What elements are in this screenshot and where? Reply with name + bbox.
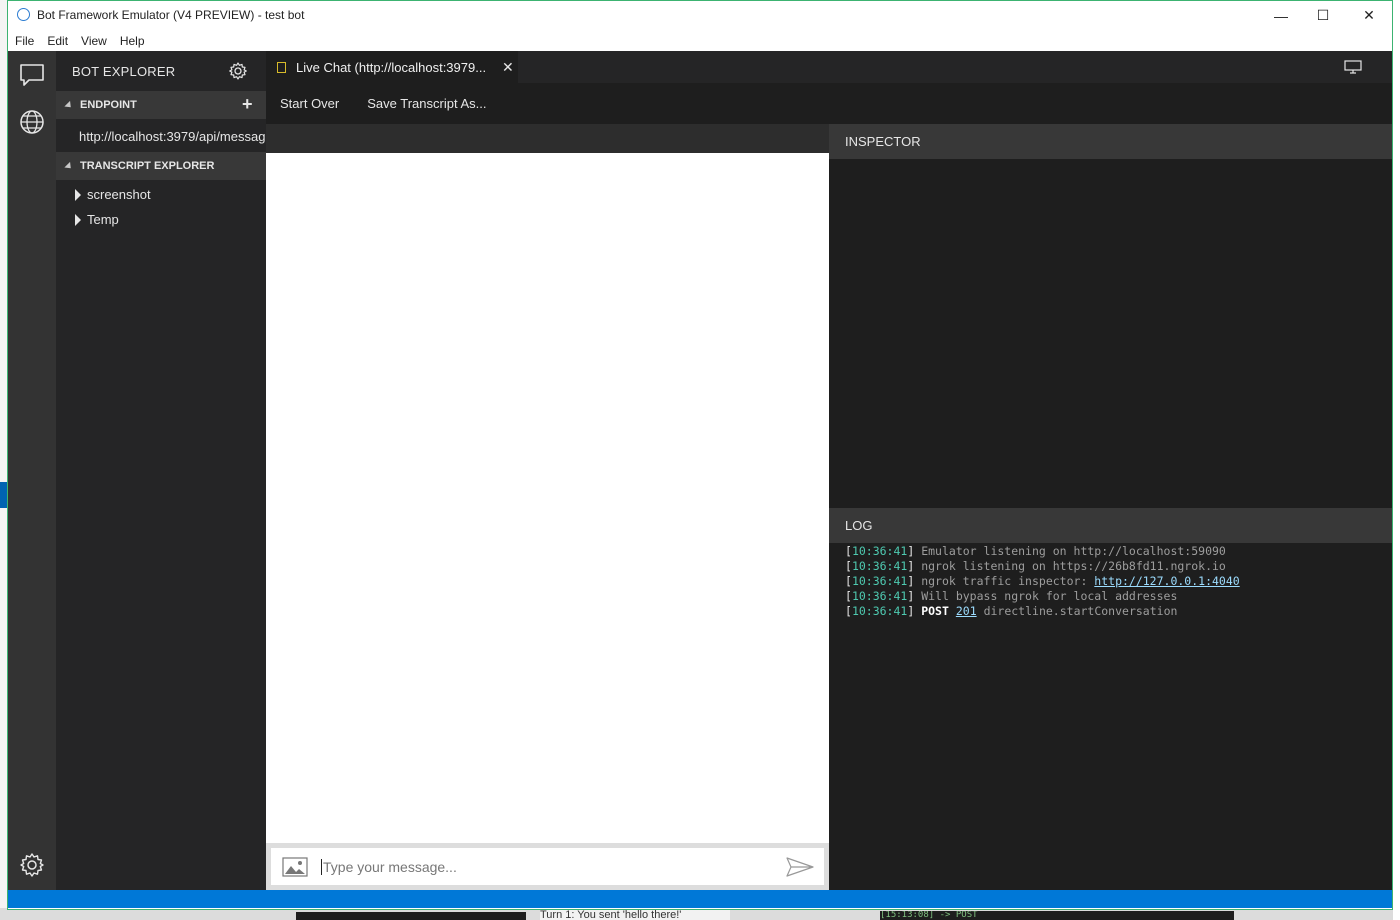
sidebar-title: BOT EXPLORER [72, 64, 176, 79]
log-line: [10:36:41] POST 201 directline.startConv… [845, 604, 1178, 618]
log-timestamp: 10:36:41 [851, 559, 908, 573]
endpoint-section-header[interactable]: ENDPOINT + [56, 91, 266, 119]
folder-label: Temp [87, 212, 119, 227]
file-icon [277, 61, 286, 73]
chat-transcript-area[interactable] [266, 153, 829, 843]
log-line: [10:36:41] ngrok listening on https://26… [845, 559, 1226, 573]
log-timestamp: 10:36:41 [851, 589, 908, 603]
save-transcript-button[interactable]: Save Transcript As... [367, 96, 486, 111]
start-over-button[interactable]: Start Over [280, 96, 339, 111]
bot-settings-gear-icon[interactable] [228, 61, 248, 81]
collapse-triangle-icon [64, 100, 74, 110]
folder-label: screenshot [87, 187, 151, 202]
log-text: ngrok listening on https://26b8fd11.ngro… [921, 559, 1226, 573]
minimize-button[interactable]: — [1258, 1, 1304, 30]
send-icon[interactable] [786, 857, 814, 877]
log-timestamp: 10:36:41 [851, 574, 908, 588]
window-title: Bot Framework Emulator (V4 PREVIEW) - te… [37, 8, 305, 22]
monitor-icon[interactable] [1344, 60, 1362, 74]
log-text: Will bypass ngrok for local addresses [921, 589, 1178, 603]
log-line: [10:36:41] Will bypass ngrok for local a… [845, 589, 1178, 603]
log-timestamp: 10:36:41 [851, 544, 908, 558]
menu-view[interactable]: View [75, 34, 113, 48]
tree-folder-temp[interactable]: Temp [56, 207, 266, 232]
menu-help[interactable]: Help [114, 34, 151, 48]
background-log-text: [15:13:08] -> POST [880, 911, 1234, 920]
expand-caret-icon [75, 213, 81, 226]
menu-edit[interactable]: Edit [41, 34, 74, 48]
log-panel: [10:36:41] Emulator listening on http://… [829, 543, 1392, 890]
bot-explorer-sidebar: BOT EXPLORER ENDPOINT + http://localhost… [56, 51, 266, 890]
chat-top-gutter [266, 124, 829, 153]
background-panel [296, 912, 526, 920]
log-text: Emulator listening on http://localhost:5… [921, 544, 1226, 558]
log-text: directline.startConversation [983, 604, 1178, 618]
menu-bar: File Edit View Help [8, 30, 1392, 51]
inspector-header: INSPECTOR [829, 124, 1392, 159]
log-line: [10:36:41] Emulator listening on http://… [845, 544, 1226, 558]
close-tab-button[interactable]: ✕ [502, 59, 514, 76]
endpoint-item[interactable]: http://localhost:3979/api/messages [56, 121, 266, 151]
log-header: LOG [829, 508, 1392, 543]
menu-file[interactable]: File [9, 34, 40, 48]
maximize-button[interactable]: ☐ [1300, 1, 1346, 30]
endpoint-url: http://localhost:3979/api/messages [79, 128, 266, 144]
transcript-explorer-heading: TRANSCRIPT EXPLORER [80, 160, 215, 172]
log-line: [10:36:41] ngrok traffic inspector: http… [845, 574, 1240, 588]
inspector-panel [829, 159, 1392, 508]
background-chat-text: Turn 1: You sent 'hello there!' [540, 910, 730, 920]
endpoint-heading: ENDPOINT [80, 99, 137, 111]
collapse-triangle-icon [64, 161, 74, 171]
status-bar [8, 890, 1392, 908]
message-input[interactable]: Type your message... [321, 858, 457, 875]
activity-bar [8, 51, 56, 890]
tree-folder-screenshot[interactable]: screenshot [56, 182, 266, 207]
app-logo-icon [17, 8, 30, 21]
transcript-explorer-section-header[interactable]: TRANSCRIPT EXPLORER [56, 152, 266, 180]
chat-icon[interactable] [18, 61, 46, 89]
log-heading: LOG [845, 518, 873, 533]
log-text: ngrok traffic inspector: [921, 574, 1095, 588]
tab-bar: Live Chat (http://localhost:3979... ✕ [266, 51, 1392, 83]
upload-image-icon[interactable] [282, 856, 308, 877]
log-method: POST [921, 604, 949, 618]
log-timestamp: 10:36:41 [851, 604, 908, 618]
expand-caret-icon [75, 188, 81, 201]
background-window-fragment [0, 482, 7, 508]
chat-input-box: Type your message... [271, 848, 824, 885]
chat-toolbar: Start Over Save Transcript As... [266, 83, 1392, 124]
log-status-link[interactable]: 201 [956, 604, 977, 618]
settings-icon[interactable] [18, 851, 46, 879]
close-window-button[interactable]: ✕ [1346, 1, 1392, 30]
tab-live-chat[interactable]: Live Chat (http://localhost:3979... ✕ [266, 51, 518, 83]
tab-label: Live Chat (http://localhost:3979... [296, 59, 487, 75]
globe-icon[interactable] [18, 108, 46, 136]
add-endpoint-button[interactable]: + [242, 95, 253, 113]
chat-input-bar: Type your message... [266, 843, 829, 890]
background-window-edge [1393, 0, 1400, 920]
inspector-heading: INSPECTOR [845, 134, 921, 149]
ngrok-inspector-link[interactable]: http://127.0.0.1:4040 [1094, 574, 1239, 588]
